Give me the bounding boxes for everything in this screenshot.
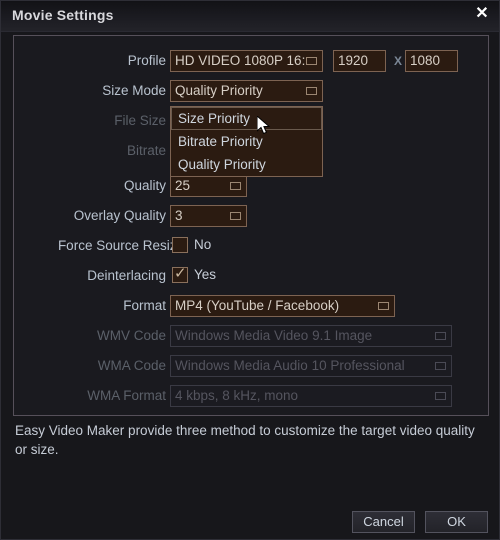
spinner-icon xyxy=(230,182,241,190)
dropdown-option-size-priority[interactable]: Size Priority xyxy=(171,107,322,130)
width-input[interactable]: 1920 xyxy=(333,50,386,72)
row-deinterlacing: Deinterlacing ✓ Yes xyxy=(14,265,490,295)
format-value: MP4 (YouTube / Facebook) xyxy=(175,298,340,313)
height-value: 1080 xyxy=(410,53,441,68)
label-overlay-quality: Overlay Quality xyxy=(73,208,166,223)
wma-format-select: 4 kbps, 8 kHz, mono xyxy=(170,385,452,407)
chevron-down-icon xyxy=(435,392,446,400)
label-wmv-code: WMV Code xyxy=(96,328,166,343)
settings-group: Profile HD VIDEO 1080P 16: 1920 X 1080 S… xyxy=(13,35,489,416)
quality-stepper[interactable]: 25 xyxy=(170,175,247,197)
row-wma-format: WMA Format 4 kbps, 8 kHz, mono xyxy=(14,385,490,415)
row-profile: Profile HD VIDEO 1080P 16: 1920 X 1080 xyxy=(14,50,490,80)
label-size-mode: Size Mode xyxy=(102,83,166,98)
size-mode-select[interactable]: Quality Priority xyxy=(170,80,323,102)
label-wma-code: WMA Code xyxy=(97,358,166,373)
label-profile: Profile xyxy=(127,53,166,68)
label-force-source-resize: Force Source Resize xyxy=(57,238,184,253)
page-title: Movie Settings xyxy=(12,7,114,23)
label-file-size: File Size xyxy=(114,113,166,128)
wma-format-value: 4 kbps, 8 kHz, mono xyxy=(175,388,299,403)
chevron-down-icon xyxy=(435,332,446,340)
wmv-code-select: Windows Media Video 9.1 Image xyxy=(170,325,452,347)
chevron-down-icon xyxy=(306,87,317,95)
spinner-icon xyxy=(230,212,241,220)
label-quality: Quality xyxy=(123,178,166,193)
row-wmv-code: WMV Code Windows Media Video 9.1 Image xyxy=(14,325,490,355)
overlay-quality-stepper[interactable]: 3 xyxy=(170,205,247,227)
cancel-button[interactable]: Cancel xyxy=(352,511,415,533)
label-bitrate: Bitrate xyxy=(126,143,166,158)
label-wma-format: WMA Format xyxy=(87,388,166,403)
movie-settings-dialog: Movie Settings ✕ Profile HD VIDEO 1080P … xyxy=(0,0,500,540)
row-format: Format MP4 (YouTube / Facebook) xyxy=(14,295,490,325)
size-mode-value: Quality Priority xyxy=(175,83,263,98)
force-source-resize-checkbox[interactable] xyxy=(172,237,188,253)
format-select[interactable]: MP4 (YouTube / Facebook) xyxy=(170,295,395,317)
row-force-source-resize: Force Source Resize No xyxy=(14,235,490,265)
row-overlay-quality: Overlay Quality 3 xyxy=(14,205,490,235)
quality-value: 25 xyxy=(175,178,191,193)
title-bar: Movie Settings ✕ xyxy=(1,1,499,32)
profile-value: HD VIDEO 1080P 16: xyxy=(175,53,306,68)
check-icon: ✓ xyxy=(174,265,187,282)
row-quality: Quality 25 xyxy=(14,175,490,205)
ok-button[interactable]: OK xyxy=(425,511,488,533)
force-source-resize-value: No xyxy=(194,237,212,252)
deinterlacing-checkbox[interactable]: ✓ xyxy=(172,265,188,283)
width-value: 1920 xyxy=(338,53,369,68)
deinterlacing-value: Yes xyxy=(194,267,217,282)
size-mode-dropdown-list[interactable]: Size Priority Bitrate Priority Quality P… xyxy=(170,106,323,177)
profile-select[interactable]: HD VIDEO 1080P 16: xyxy=(170,50,323,72)
dropdown-option-quality-priority[interactable]: Quality Priority xyxy=(171,153,322,176)
dropdown-option-bitrate-priority[interactable]: Bitrate Priority xyxy=(171,130,322,153)
wma-code-select: Windows Media Audio 10 Professional xyxy=(170,355,452,377)
close-icon[interactable]: ✕ xyxy=(472,4,492,24)
chevron-down-icon xyxy=(435,362,446,370)
row-wma-code: WMA Code Windows Media Audio 10 Professi… xyxy=(14,355,490,385)
dimension-separator: X xyxy=(394,54,403,68)
hint-text: Easy Video Maker provide three method to… xyxy=(15,423,475,457)
label-format: Format xyxy=(123,298,166,313)
wma-code-value: Windows Media Audio 10 Professional xyxy=(175,358,405,373)
wmv-code-value: Windows Media Video 9.1 Image xyxy=(175,328,373,343)
overlay-quality-value: 3 xyxy=(175,208,183,223)
chevron-down-icon xyxy=(378,302,389,310)
height-input[interactable]: 1080 xyxy=(405,50,458,72)
chevron-down-icon xyxy=(306,57,317,65)
label-deinterlacing: Deinterlacing xyxy=(87,268,166,283)
